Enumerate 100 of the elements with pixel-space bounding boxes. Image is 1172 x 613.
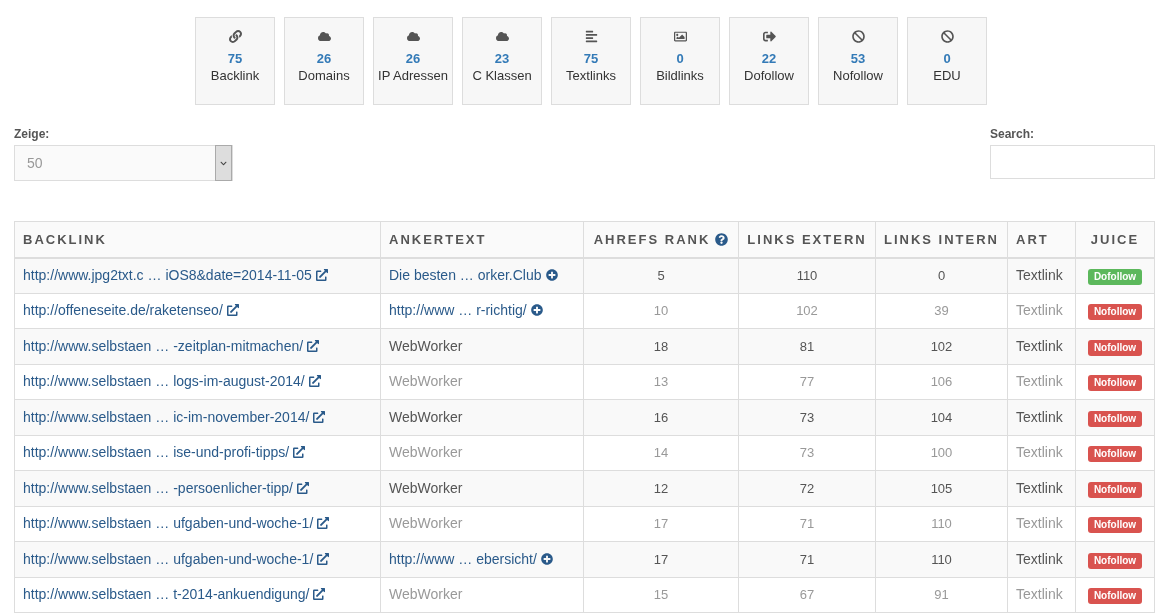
external-link-icon[interactable] [308,375,321,388]
table-cell: 102 [875,328,1008,364]
external-link-icon[interactable] [313,588,326,601]
table-cell: Textlink [1007,577,1076,613]
external-link-icon[interactable] [317,552,330,565]
cloud-icon [317,30,331,43]
anchor-text: WebWorker [389,373,463,390]
stat-value: 22 [761,51,777,67]
table-cell: 18 [583,328,739,364]
stat-value: 75 [583,51,599,67]
table-cell: 91 [875,577,1008,613]
external-link-icon[interactable] [317,517,330,530]
table-cell: 67 [738,577,876,613]
table-cell: 102 [738,293,876,329]
table-cell: 12 [583,470,739,506]
table-cell: Textlink [1007,293,1076,329]
stat-value: 0 [676,51,684,67]
search-field[interactable] [990,145,1155,179]
table-cell: 71 [738,541,876,577]
column-header[interactable]: AHREFS RANK [583,221,739,258]
table-cell: 81 [738,328,876,364]
juice-label: Nofollow [1087,410,1143,427]
table-cell: 73 [738,399,876,435]
table-cell: 15 [583,577,739,613]
table-cell: 100 [875,435,1008,471]
help-icon[interactable] [715,232,729,246]
link-icon [228,30,242,43]
search-label: Search: [990,126,1036,143]
anchor-text: WebWorker [389,479,463,496]
stat-label: IP Adressen [378,67,448,84]
table-cell: 72 [738,470,876,506]
table-cell: 14 [583,435,739,471]
juice-label: Nofollow [1087,481,1143,498]
juice-label: Dofollow [1087,268,1143,285]
table-cell: 13 [583,364,739,400]
external-link-icon[interactable] [313,410,326,423]
stat-value: 53 [850,51,866,67]
anchor-text: http://www … r-richtig/ [389,302,527,319]
stat-label: C Klassen [472,67,532,84]
juice-label: Nofollow [1087,552,1143,569]
stat-value: 0 [943,51,951,67]
stat-label: Dofollow [744,67,794,84]
external-link-icon[interactable] [293,446,306,459]
length-label: Zeige: [14,126,51,143]
table-cell: 17 [583,541,739,577]
column-header[interactable]: JUICE [1075,221,1155,258]
table-cell: 110 [738,257,876,293]
image-icon [673,30,687,43]
exit-arrow-icon [762,30,776,43]
table-cell: 104 [875,399,1008,435]
external-link-icon[interactable] [226,304,239,317]
stat-label: Nofollow [833,67,883,84]
table-cell: 110 [875,506,1008,542]
column-header[interactable]: LINKS EXTERN [738,221,876,258]
table-cell: 106 [875,364,1008,400]
column-header[interactable]: LINKS INTERN [875,221,1008,258]
juice-label: Nofollow [1087,446,1143,462]
external-link-icon[interactable] [297,481,309,494]
stat-label: Textlinks [566,67,616,84]
table-cell: Textlink [1007,328,1076,364]
stat-value: 75 [227,51,243,67]
anchor-text: WebWorker [389,444,463,461]
juice-label: Nofollow [1087,588,1143,604]
column-header[interactable]: ART [1007,221,1076,258]
juice-label: Nofollow [1087,517,1143,533]
table-cell: Textlink [1007,257,1076,293]
table-cell: 73 [738,435,876,471]
table-cell: Textlink [1007,541,1076,577]
table-cell: 16 [583,399,739,435]
ban-icon [851,30,865,43]
stat-label: Backlink [210,67,260,84]
table-cell: Textlink [1007,506,1076,542]
table-cell: 77 [738,364,876,400]
column-header[interactable]: ANKERTEXT [380,221,584,258]
stat-label: Domains [298,67,350,84]
juice-label: Nofollow [1087,339,1143,356]
anchor-text: http://www … ebersicht/ [389,550,537,567]
juice-label: Nofollow [1087,304,1143,320]
stat-value: 26 [316,51,332,67]
table-cell: 105 [875,470,1008,506]
external-link-icon[interactable] [307,339,320,352]
cloud-icon [495,30,509,43]
chevron-down-icon [220,159,227,167]
ban-icon [940,30,954,43]
anchor-text: WebWorker [389,586,463,603]
table-cell: Textlink [1007,364,1076,400]
stat-label: Bildlinks [656,67,704,84]
table-cell: 71 [738,506,876,542]
table-cell: Textlink [1007,399,1076,435]
stat-value: 23 [494,51,510,67]
table-cell: 0 [875,257,1008,293]
table-cell: 10 [583,293,739,329]
external-link-icon[interactable] [315,269,328,281]
anchor-text: WebWorker [389,337,463,354]
table-cell: 110 [875,541,1008,577]
anchor-text: WebWorker [389,515,463,532]
table-cell: Textlink [1007,470,1076,506]
text-lines-icon [584,30,598,43]
cloud-icon [406,30,420,43]
column-header[interactable]: BACKLINK [14,221,381,258]
